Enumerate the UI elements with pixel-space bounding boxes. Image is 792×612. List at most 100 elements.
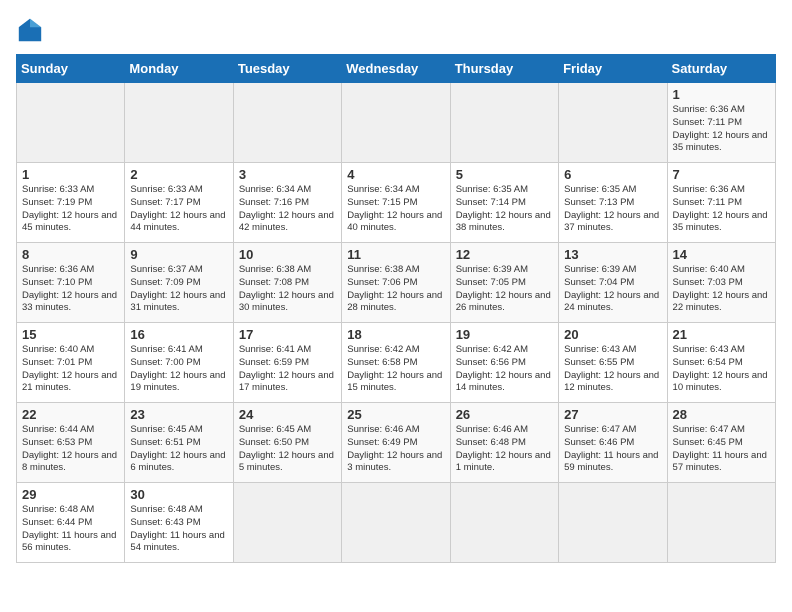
day-info: Sunrise: 6:46 AMSunset: 6:48 PMDaylight:… bbox=[456, 424, 553, 475]
calendar-cell: 16Sunrise: 6:41 AMSunset: 7:00 PMDayligh… bbox=[125, 323, 233, 403]
calendar-week-2: 8Sunrise: 6:36 AMSunset: 7:10 PMDaylight… bbox=[17, 243, 776, 323]
day-info: Sunrise: 6:47 AMSunset: 6:45 PMDaylight:… bbox=[673, 424, 770, 475]
calendar-cell bbox=[559, 483, 667, 563]
day-info: Sunrise: 6:41 AMSunset: 6:59 PMDaylight:… bbox=[239, 344, 336, 395]
calendar-cell: 5 Sunrise: 6:35 AMSunset: 7:14 PMDaylight… bbox=[450, 163, 558, 243]
calendar-cell: 26 Sunrise: 6:46 AMSunset: 6:48 PMDayligh… bbox=[450, 403, 558, 483]
day-number: 27 bbox=[564, 407, 661, 422]
calendar-cell: 27Sunrise: 6:47 AMSunset: 6:46 PMDayligh… bbox=[559, 403, 667, 483]
day-number: 6 bbox=[564, 167, 661, 182]
calendar-cell: 2 Sunrise: 6:33 AMSunset: 7:17 PMDaylight… bbox=[125, 163, 233, 243]
col-header-wednesday: Wednesday bbox=[342, 55, 450, 83]
day-info: Sunrise: 6:39 AMSunset: 7:05 PMDaylight:… bbox=[456, 264, 553, 315]
day-number: 1 bbox=[673, 87, 770, 102]
day-info: Sunrise: 6:39 AMSunset: 7:04 PMDaylight:… bbox=[564, 264, 661, 315]
day-number: 23 bbox=[130, 407, 227, 422]
day-number: 25 bbox=[347, 407, 444, 422]
day-info: Sunrise: 6:38 AMSunset: 7:06 PMDaylight:… bbox=[347, 264, 444, 315]
day-number: 28 bbox=[673, 407, 770, 422]
day-number: 19 bbox=[456, 327, 553, 342]
col-header-sunday: Sunday bbox=[17, 55, 125, 83]
calendar-cell: 1 Sunrise: 6:33 AMSunset: 7:19 PMDaylight… bbox=[17, 163, 125, 243]
day-number: 18 bbox=[347, 327, 444, 342]
calendar-cell: 7 Sunrise: 6:36 AMSunset: 7:11 PMDaylight… bbox=[667, 163, 775, 243]
day-number: 1 bbox=[22, 167, 119, 182]
day-number: 2 bbox=[130, 167, 227, 182]
calendar-cell: 12 Sunrise: 6:39 AMSunset: 7:05 PMDayligh… bbox=[450, 243, 558, 323]
col-header-saturday: Saturday bbox=[667, 55, 775, 83]
calendar-cell: 21Sunrise: 6:43 AMSunset: 6:54 PMDayligh… bbox=[667, 323, 775, 403]
day-number: 30 bbox=[130, 487, 227, 502]
calendar-cell bbox=[450, 483, 558, 563]
calendar-cell bbox=[667, 483, 775, 563]
calendar-cell: 6 Sunrise: 6:35 AMSunset: 7:13 PMDaylight… bbox=[559, 163, 667, 243]
day-number: 8 bbox=[22, 247, 119, 262]
day-info: Sunrise: 6:48 AMSunset: 6:44 PMDaylight:… bbox=[22, 504, 119, 555]
day-number: 12 bbox=[456, 247, 553, 262]
day-info: Sunrise: 6:34 AMSunset: 7:15 PMDaylight:… bbox=[347, 184, 444, 235]
calendar-cell: 3Sunrise: 6:34 AMSunset: 7:16 PMDaylight… bbox=[233, 163, 341, 243]
day-info: Sunrise: 6:35 AMSunset: 7:14 PMDaylight:… bbox=[456, 184, 553, 235]
day-number: 13 bbox=[564, 247, 661, 262]
day-number: 26 bbox=[456, 407, 553, 422]
calendar-cell bbox=[233, 483, 341, 563]
day-info: Sunrise: 6:42 AMSunset: 6:58 PMDaylight:… bbox=[347, 344, 444, 395]
col-header-tuesday: Tuesday bbox=[233, 55, 341, 83]
calendar-cell: 11 Sunrise: 6:38 AMSunset: 7:06 PMDayligh… bbox=[342, 243, 450, 323]
calendar-cell bbox=[559, 83, 667, 163]
day-info: Sunrise: 6:35 AMSunset: 7:13 PMDaylight:… bbox=[564, 184, 661, 235]
calendar-cell: 23 Sunrise: 6:45 AMSunset: 6:51 PMDayligh… bbox=[125, 403, 233, 483]
calendar-cell: 17 Sunrise: 6:41 AMSunset: 6:59 PMDayligh… bbox=[233, 323, 341, 403]
day-number: 7 bbox=[673, 167, 770, 182]
calendar-week-1: 1 Sunrise: 6:33 AMSunset: 7:19 PMDaylight… bbox=[17, 163, 776, 243]
calendar-week-3: 15 Sunrise: 6:40 AMSunset: 7:01 PMDayligh… bbox=[17, 323, 776, 403]
day-info: Sunrise: 6:37 AMSunset: 7:09 PMDaylight:… bbox=[130, 264, 227, 315]
day-info: Sunrise: 6:43 AMSunset: 6:54 PMDaylight:… bbox=[673, 344, 770, 395]
calendar-week-4: 22 Sunrise: 6:44 AMSunset: 6:53 PMDayligh… bbox=[17, 403, 776, 483]
day-info: Sunrise: 6:34 AMSunset: 7:16 PMDaylight:… bbox=[239, 184, 336, 235]
day-number: 11 bbox=[347, 247, 444, 262]
calendar-cell: 25Sunrise: 6:46 AMSunset: 6:49 PMDayligh… bbox=[342, 403, 450, 483]
day-number: 15 bbox=[22, 327, 119, 342]
day-info: Sunrise: 6:36 AMSunset: 7:11 PMDaylight:… bbox=[673, 184, 770, 235]
day-info: Sunrise: 6:33 AMSunset: 7:19 PMDaylight:… bbox=[22, 184, 119, 235]
calendar-cell bbox=[342, 83, 450, 163]
calendar-cell bbox=[125, 83, 233, 163]
day-number: 16 bbox=[130, 327, 227, 342]
day-info: Sunrise: 6:45 AMSunset: 6:50 PMDaylight:… bbox=[239, 424, 336, 475]
day-number: 5 bbox=[456, 167, 553, 182]
calendar-week-0: 1 Sunrise: 6:36 AMSunset: 7:11 PMDaylight… bbox=[17, 83, 776, 163]
col-header-thursday: Thursday bbox=[450, 55, 558, 83]
calendar-cell: 10Sunrise: 6:38 AMSunset: 7:08 PMDayligh… bbox=[233, 243, 341, 323]
day-number: 22 bbox=[22, 407, 119, 422]
calendar-cell bbox=[450, 83, 558, 163]
calendar-week-5: 29 Sunrise: 6:48 AMSunset: 6:44 PMDayligh… bbox=[17, 483, 776, 563]
page-header bbox=[16, 16, 776, 44]
day-info: Sunrise: 6:40 AMSunset: 7:03 PMDaylight:… bbox=[673, 264, 770, 315]
calendar-cell: 8Sunrise: 6:36 AMSunset: 7:10 PMDaylight… bbox=[17, 243, 125, 323]
calendar-table: SundayMondayTuesdayWednesdayThursdayFrid… bbox=[16, 54, 776, 563]
calendar-header-row: SundayMondayTuesdayWednesdayThursdayFrid… bbox=[17, 55, 776, 83]
day-info: Sunrise: 6:43 AMSunset: 6:55 PMDaylight:… bbox=[564, 344, 661, 395]
logo bbox=[16, 16, 48, 44]
calendar-cell bbox=[342, 483, 450, 563]
logo-icon bbox=[16, 16, 44, 44]
day-info: Sunrise: 6:38 AMSunset: 7:08 PMDaylight:… bbox=[239, 264, 336, 315]
day-number: 14 bbox=[673, 247, 770, 262]
calendar-cell: 22 Sunrise: 6:44 AMSunset: 6:53 PMDayligh… bbox=[17, 403, 125, 483]
day-info: Sunrise: 6:36 AMSunset: 7:11 PMDaylight:… bbox=[673, 104, 770, 155]
day-number: 20 bbox=[564, 327, 661, 342]
day-info: Sunrise: 6:45 AMSunset: 6:51 PMDaylight:… bbox=[130, 424, 227, 475]
calendar-cell: 1 Sunrise: 6:36 AMSunset: 7:11 PMDaylight… bbox=[667, 83, 775, 163]
day-number: 4 bbox=[347, 167, 444, 182]
calendar-cell: 28 Sunrise: 6:47 AMSunset: 6:45 PMDayligh… bbox=[667, 403, 775, 483]
day-number: 9 bbox=[130, 247, 227, 262]
calendar-cell: 29 Sunrise: 6:48 AMSunset: 6:44 PMDayligh… bbox=[17, 483, 125, 563]
calendar-cell: 14 Sunrise: 6:40 AMSunset: 7:03 PMDayligh… bbox=[667, 243, 775, 323]
day-number: 29 bbox=[22, 487, 119, 502]
day-info: Sunrise: 6:40 AMSunset: 7:01 PMDaylight:… bbox=[22, 344, 119, 395]
day-info: Sunrise: 6:44 AMSunset: 6:53 PMDaylight:… bbox=[22, 424, 119, 475]
calendar-cell: 24Sunrise: 6:45 AMSunset: 6:50 PMDayligh… bbox=[233, 403, 341, 483]
day-number: 17 bbox=[239, 327, 336, 342]
day-info: Sunrise: 6:33 AMSunset: 7:17 PMDaylight:… bbox=[130, 184, 227, 235]
